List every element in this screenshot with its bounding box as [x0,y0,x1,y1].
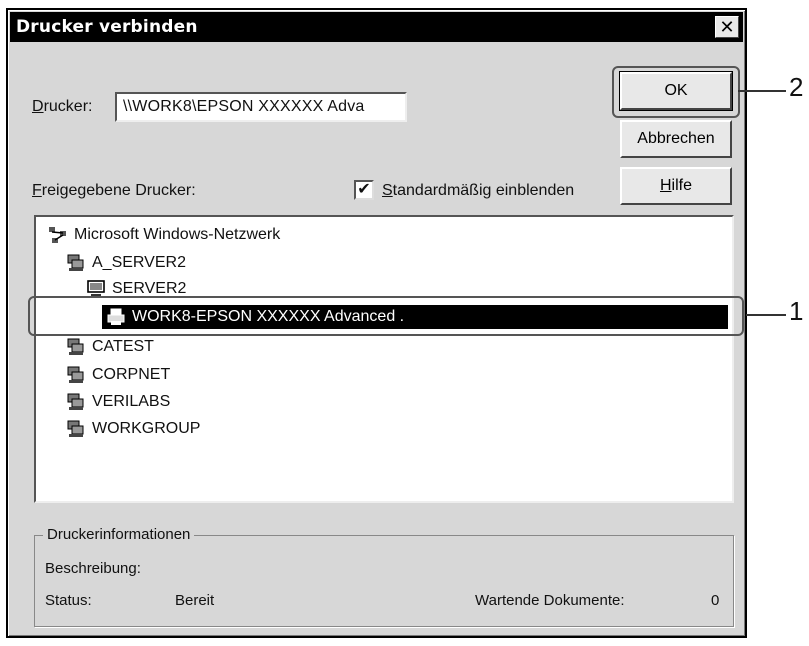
workgroup-icon [66,365,86,385]
status-label: Status: [45,592,92,609]
waiting-documents-label: Wartende Dokumente: [475,592,625,609]
printer-path-input[interactable]: \\WORK8\EPSON XXXXXX Adva [115,92,407,122]
tree-item[interactable]: Microsoft Windows-Netzwerk [48,223,280,247]
shared-printers-tree[interactable]: Microsoft Windows-Netzwerk A_SERVER2 SERVE… [34,215,734,503]
checkmark-icon: ✔ [357,181,371,198]
tree-item-label: VERILABS [92,393,171,410]
tree-item[interactable]: VERILABS [66,390,170,414]
tree-item-label: Microsoft Windows-Netzwerk [74,226,281,243]
tree-item-label: CATEST [92,338,154,355]
printer-path-value: \\WORK8\EPSON XXXXXX Adva [123,98,365,115]
tree-item[interactable]: A_SERVER2 [66,251,186,275]
close-button[interactable]: ✕ [715,16,739,38]
workgroup-icon [66,392,86,412]
dialog-title: Drucker verbinden [16,17,198,37]
workgroup-icon [66,337,86,357]
description-label: Beschreibung: [45,560,141,577]
expand-by-default-label[interactable]: Standardmäßig einblenden [382,182,574,200]
printer-field-label: Drucker: [32,98,93,115]
tree-item-label: CORPNET [92,366,171,383]
status-value: Bereit [175,592,215,609]
callout-2-line [738,90,786,92]
title-bar[interactable]: Drucker verbinden ✕ [10,12,743,42]
tree-item[interactable]: WORKGROUP [66,417,200,441]
expand-by-default-checkbox[interactable]: ✔ [354,180,374,200]
cancel-button[interactable]: Abbrechen [620,120,732,158]
waiting-documents-value: 0 [711,592,720,609]
connect-printer-dialog: Drucker verbinden ✕ Drucker: \\WORK8\EPS… [6,8,747,638]
selected-printer-callout [28,296,744,336]
workgroup-icon [66,253,86,273]
tree-item-label: A_SERVER2 [92,254,186,271]
close-icon: ✕ [719,17,735,37]
printer-info-group: Druckerinformationen Beschreibung: Statu… [34,526,734,627]
callout-1-number: 1 [789,296,804,326]
help-button[interactable]: Hilfe [620,167,732,205]
tree-item-label: WORKGROUP [92,420,201,437]
callout-1-line [746,314,786,316]
workgroup-icon [66,419,86,439]
callout-2-number: 2 [789,72,804,102]
network-icon [48,225,68,245]
shared-printers-label: Freigegebene Drucker: [32,182,196,199]
tree-item[interactable]: CORPNET [66,363,170,387]
tree-item[interactable]: CATEST [66,335,154,359]
printer-info-title: Druckerinformationen [43,526,195,543]
ok-button[interactable]: OK [619,71,733,111]
